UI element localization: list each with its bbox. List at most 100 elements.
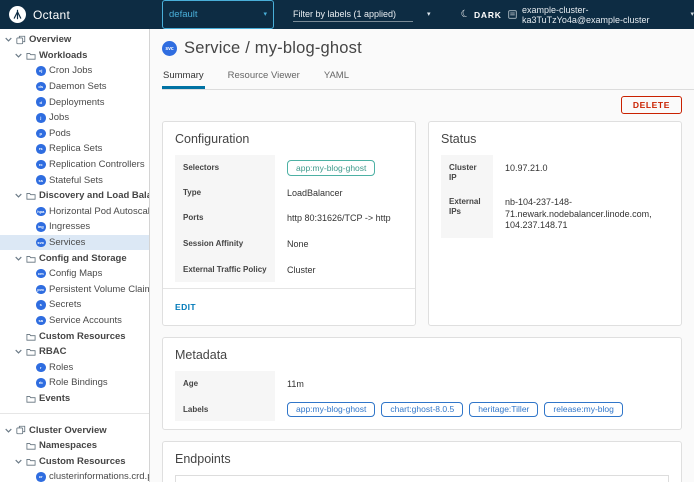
endpoints-card: Endpoints TargetIPNode Name my-blog-ghos… [162,441,682,482]
sidebar-item-replica-sets[interactable]: rsReplica Sets [0,141,149,157]
kv-label: External Traffic Policy [175,257,275,283]
configuration-card: Configuration Selectorsapp:my-blog-ghost… [162,121,416,326]
sidebar-item-clusterinformations-crd-projec[interactable]: crclusterinformations.crd.projec [0,469,149,482]
sidebar-item-label: Workloads [39,50,87,61]
sidebar-item-label: Pods [49,128,71,139]
sidebar-item-label: Custom Resources [39,331,126,342]
k8s-resource-icon: j [36,113,46,123]
sidebar-item-config-maps[interactable]: cmConfig Maps [0,266,149,282]
k8s-resource-icon: p [36,129,46,139]
sidebar-item-events[interactable]: Events [0,391,149,407]
folder-icon [26,254,39,263]
k8s-resource-icon: cj [36,66,46,76]
k8s-resource-icon: sa [36,316,46,326]
kv-label: Selectors [175,155,275,180]
kv-row-cluster-ip: Cluster IP10.97.21.0 [441,155,669,189]
sidebar-item-workloads[interactable]: Workloads [0,48,149,64]
sidebar-item-ingresses[interactable]: ingIngresses [0,219,149,235]
status-card: Status Cluster IP10.97.21.0External IPsn… [428,121,682,326]
sidebar-item-role-bindings[interactable]: rbRole Bindings [0,375,149,391]
status-rows: Cluster IP10.97.21.0External IPsnb-104-2… [441,155,669,238]
k8s-resource-icon: d [36,97,46,107]
sidebar-item-discovery-and-load-balancing[interactable]: Discovery and Load Balancing [0,188,149,204]
sidebar-item-label: Jobs [49,112,69,123]
sidebar-divider [0,413,149,414]
chevron-down-icon: ▾ [690,11,694,18]
kv-row-selectors: Selectors app:my-blog-ghost [175,155,403,180]
sidebar-item-label: Horizontal Pod Autoscalers [49,206,149,217]
overview-icon [16,425,29,435]
edit-link[interactable]: EDIT [175,302,196,312]
tab-yaml[interactable]: YAML [323,67,350,89]
sidebar-item-label: Namespaces [39,440,97,451]
sidebar-item-label: Config and Storage [39,253,127,264]
namespace-value: default [169,9,198,20]
sidebar-item-custom-resources[interactable]: Custom Resources [0,453,149,469]
column-header-node-name: Node Name [545,476,668,482]
sidebar-item-custom-resources[interactable]: Custom Resources [0,328,149,344]
sidebar-item-jobs[interactable]: jJobs [0,110,149,126]
sidebar-item-overview[interactable]: Overview [0,32,149,48]
main-content: svc Service / my-blog-ghost Summary Resou… [150,29,694,482]
tab-resource-viewer[interactable]: Resource Viewer [227,67,301,89]
cluster-icon [508,10,517,19]
k8s-resource-icon: ss [36,175,46,185]
k8s-resource-icon: cm [36,269,46,279]
sidebar-item-pods[interactable]: pPods [0,126,149,142]
sidebar-item-roles[interactable]: rRoles [0,359,149,375]
configuration-footer: EDIT [163,288,415,317]
chevron-down-icon [15,348,26,355]
k8s-resource-icon: hpa [36,207,46,217]
k8s-resource-icon: pvc [36,285,46,295]
sidebar-item-persistent-volume-claims[interactable]: pvcPersistent Volume Claims [0,282,149,298]
tab-summary[interactable]: Summary [162,67,205,89]
context-selector[interactable]: example-cluster-ka3TuTzYo4a@example-clus… [508,0,694,29]
sidebar-item-label: Replica Sets [49,143,102,154]
sidebar-item-horizontal-pod-autoscalers[interactable]: hpaHorizontal Pod Autoscalers [0,204,149,220]
sidebar-item-label: Custom Resources [39,456,126,467]
overview-icon [16,35,29,45]
sidebar-item-label: clusterinformations.crd.projec [49,471,149,482]
sidebar-item-label: Events [39,393,70,404]
chevron-down-icon [5,36,16,43]
namespace-selector[interactable]: default ▾ [162,0,274,29]
sidebar-item-config-and-storage[interactable]: Config and Storage [0,250,149,266]
sidebar-item-cluster-overview[interactable]: Cluster Overview [0,422,149,438]
title-row: svc Service / my-blog-ghost [162,39,694,58]
sidebar-item-label: Discovery and Load Balancing [39,190,149,201]
delete-button[interactable]: DELETE [621,96,682,114]
kv-label: Session Affinity [175,231,275,257]
chevron-down-icon [15,52,26,59]
k8s-resource-icon: ds [36,82,46,92]
sidebar-item-secrets[interactable]: sSecrets [0,297,149,313]
sidebar-item-rbac[interactable]: RBAC [0,344,149,360]
sidebar-item-daemon-sets[interactable]: dsDaemon Sets [0,79,149,95]
chevron-down-icon [15,255,26,262]
label-filter-input[interactable] [293,7,413,22]
kv-value: 11m [275,371,316,397]
sidebar-item-replication-controllers[interactable]: rcReplication Controllers [0,157,149,173]
kv-label: Labels [175,397,275,422]
label-tag: app:my-blog-ghost [287,160,375,176]
sidebar-item-deployments[interactable]: dDeployments [0,94,149,110]
octant-app: Octant default ▾ ▾ ☾ DARK example-cluste… [0,0,694,482]
sidebar-item-label: Deployments [49,97,104,108]
endpoints-title: Endpoints [175,452,669,466]
kv-label: External IPs [441,189,493,238]
sidebar-item-services[interactable]: svcServices [0,235,149,251]
kv-value: None [275,231,321,257]
sidebar-item-stateful-sets[interactable]: ssStateful Sets [0,172,149,188]
sidebar-item-service-accounts[interactable]: saService Accounts [0,313,149,329]
sidebar-item-label: Services [49,237,85,248]
label-tag: chart:ghost-8.0.5 [381,402,463,418]
sidebar-item-label: Cluster Overview [29,425,107,436]
sidebar-item-namespaces[interactable]: Namespaces [0,438,149,454]
folder-icon [26,191,39,200]
kv-value: LoadBalancer [275,180,355,206]
endpoints-header-row: TargetIPNode Name [176,476,668,482]
sidebar-item-cron-jobs[interactable]: cjCron Jobs [0,63,149,79]
sidebar-item-label: Overview [29,34,71,45]
sidebar-nav: Overview Workloads cjCron JobsdsDaemon Set… [0,29,150,482]
sidebar-item-label: Service Accounts [49,315,122,326]
theme-toggle[interactable]: ☾ DARK [461,0,502,29]
